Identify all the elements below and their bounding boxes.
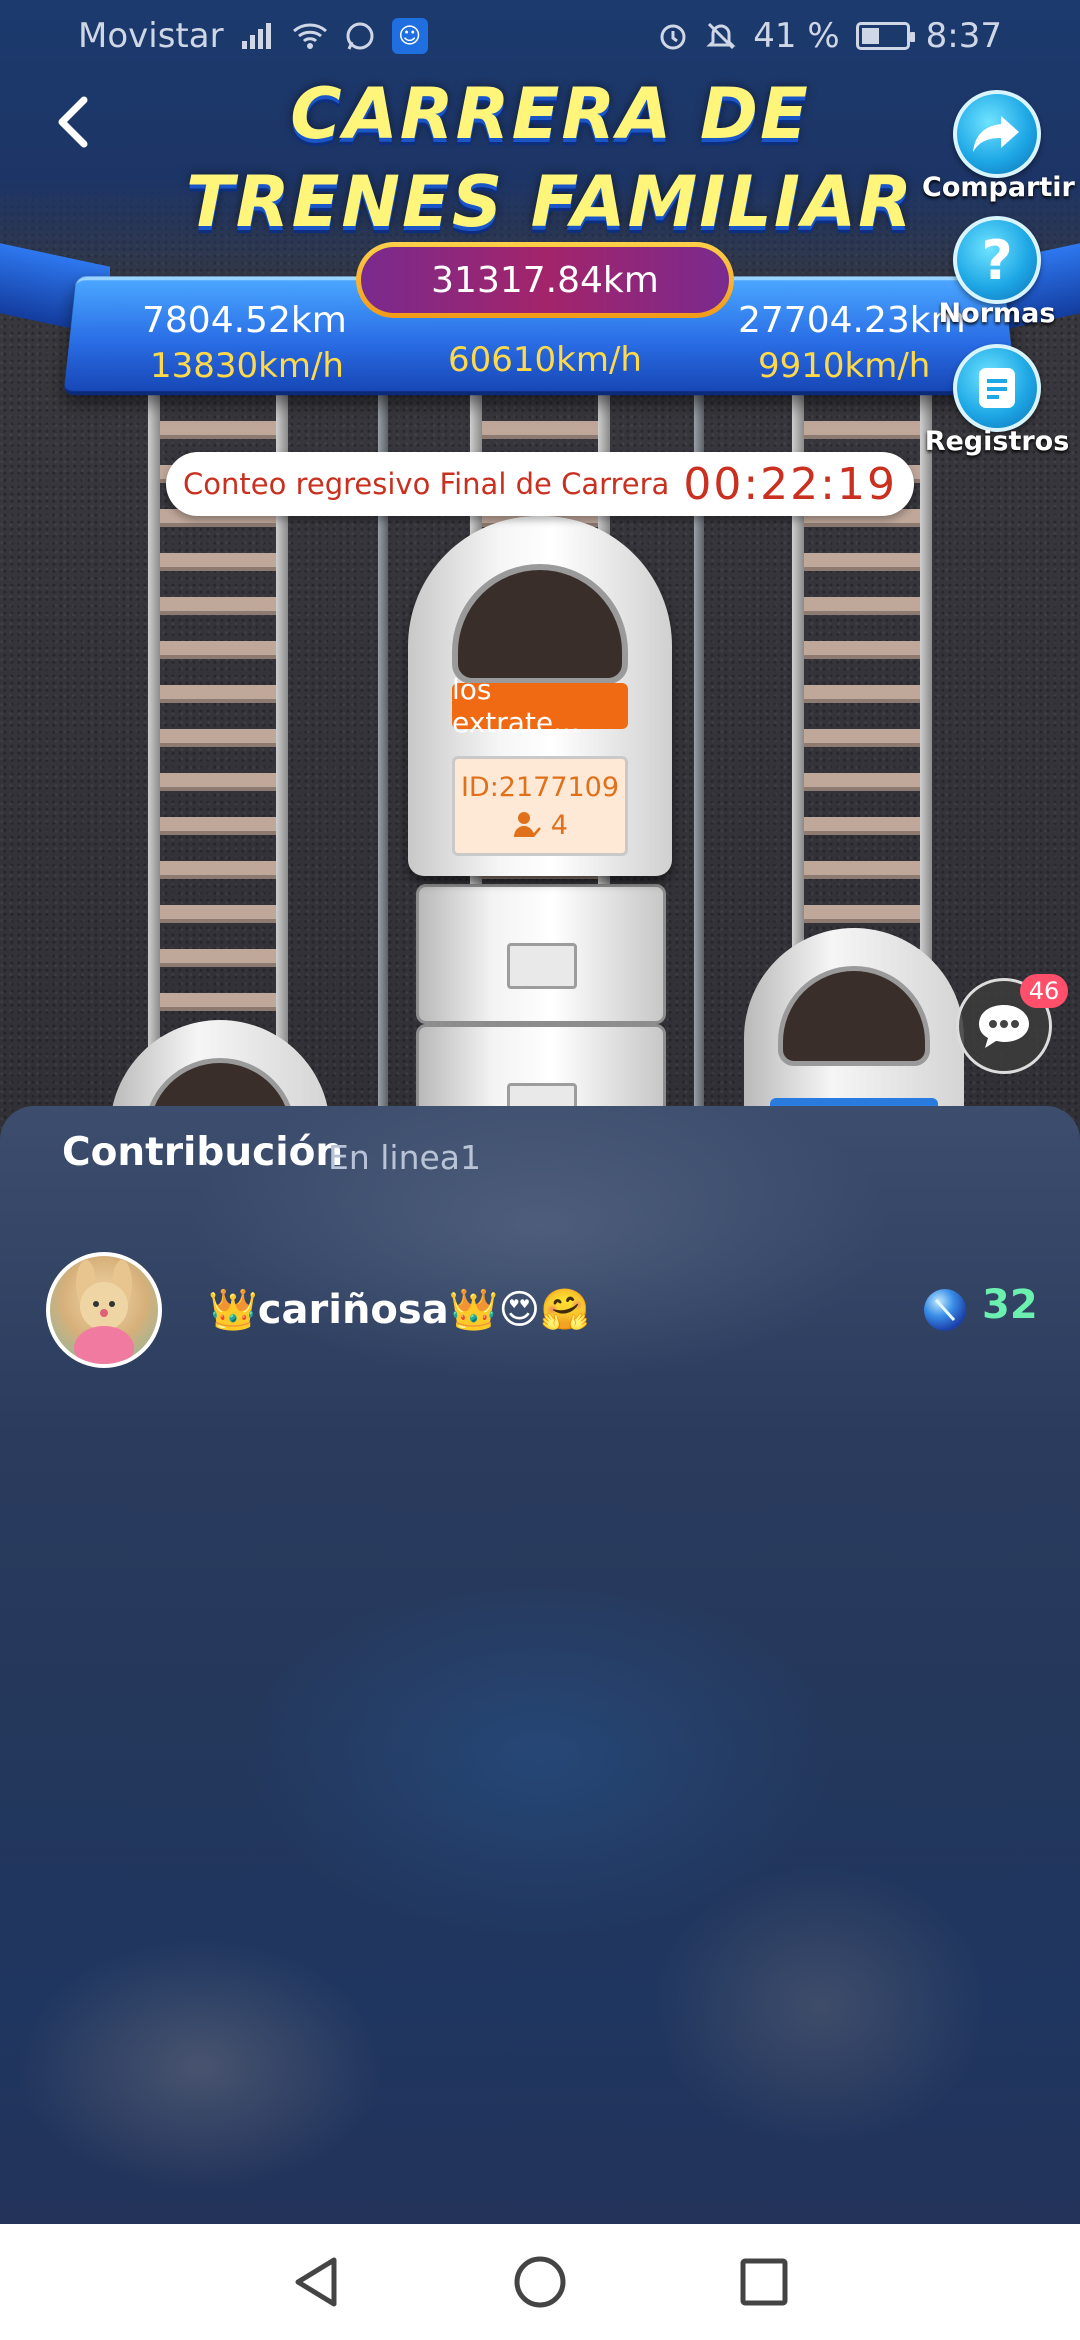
contribution-row[interactable]: 👑cariñosa👑😍🤗 32: [0, 1250, 1080, 1370]
question-icon: ?: [981, 228, 1013, 292]
nav-recents-button[interactable]: [732, 2250, 796, 2314]
title-line-2: TRENES FAMILIAR: [185, 161, 915, 243]
right-speed: 9910km/h: [758, 346, 931, 386]
countdown-time: 00:22:19: [683, 458, 897, 510]
left-speed: 13830km/h: [150, 346, 344, 386]
train-members: 4: [455, 807, 625, 845]
share-arrow-icon: [973, 116, 1019, 152]
share-button[interactable]: Compartir: [922, 90, 1075, 203]
nav-back-button[interactable]: [284, 2250, 348, 2314]
system-nav-bar: [0, 2224, 1080, 2340]
circle-home-icon: [514, 2256, 566, 2308]
contribution-value: 32: [982, 1282, 1038, 1328]
square-recents-icon: [740, 2258, 788, 2306]
nav-home-button[interactable]: [508, 2250, 572, 2314]
title-line-1: CARRERA DE: [290, 73, 810, 155]
records-label: Registros: [924, 426, 1070, 457]
battery-icon: [855, 22, 915, 50]
wifi-icon: [292, 23, 327, 49]
train-info-card: ID:2177109 4: [452, 756, 628, 856]
train-id: ID:2177109: [460, 772, 620, 803]
gem-icon: [924, 1289, 966, 1331]
total-distance-pill: 31317.84km: [356, 242, 734, 318]
battery-percent: 41 %: [753, 16, 840, 56]
train-team-name: los extrate...: [452, 673, 628, 739]
left-distance: 7804.52km: [142, 300, 347, 341]
back-button[interactable]: [40, 90, 104, 154]
alarm-icon: [660, 24, 686, 50]
app-notification-icon: ☺: [391, 18, 428, 54]
records-button[interactable]: Registros: [922, 344, 1072, 457]
bunny-avatar-image: [74, 1260, 134, 1364]
carrier-label: Movistar: [78, 16, 224, 56]
total-distance: 31317.84km: [361, 247, 729, 313]
status-bar: Movistar ☺ 41 % 8:37: [0, 0, 1080, 72]
avatar[interactable]: [46, 1252, 162, 1368]
clock: 8:37: [925, 16, 1002, 56]
online-count: En linea1: [328, 1138, 482, 1177]
center-speed: 60610km/h: [448, 340, 642, 380]
chat-unread-badge: 46: [1020, 974, 1068, 1008]
train-members-count: 4: [550, 810, 568, 841]
person-check-icon: [514, 812, 542, 837]
share-label: Compartir: [922, 172, 1075, 203]
rules-label: Normas: [938, 298, 1056, 329]
countdown-label: Conteo regresivo Final de Carrera: [183, 467, 670, 501]
mute-icon: [706, 22, 736, 50]
countdown-bar: Conteo regresivo Final de Carrera 00:22:…: [166, 452, 914, 516]
rules-button[interactable]: ? Normas: [922, 216, 1072, 329]
chat-bubble-icon: [979, 1005, 1029, 1048]
whatsapp-icon: [346, 22, 374, 50]
train-car: [416, 884, 666, 1024]
race-area: los extrate... ID:2177109 4 Movistar ☺ 4…: [0, 0, 1080, 1140]
page-title: CARRERA DE TRENES FAMILIAR: [150, 70, 950, 246]
chevron-left-icon: [58, 96, 88, 148]
contributor-name: 👑cariñosa👑😍🤗: [208, 1287, 591, 1333]
document-icon: [979, 368, 1015, 408]
signal-icon: [241, 23, 271, 49]
contribution-title: Contribución: [62, 1130, 344, 1175]
triangle-back-icon: [295, 2257, 337, 2307]
